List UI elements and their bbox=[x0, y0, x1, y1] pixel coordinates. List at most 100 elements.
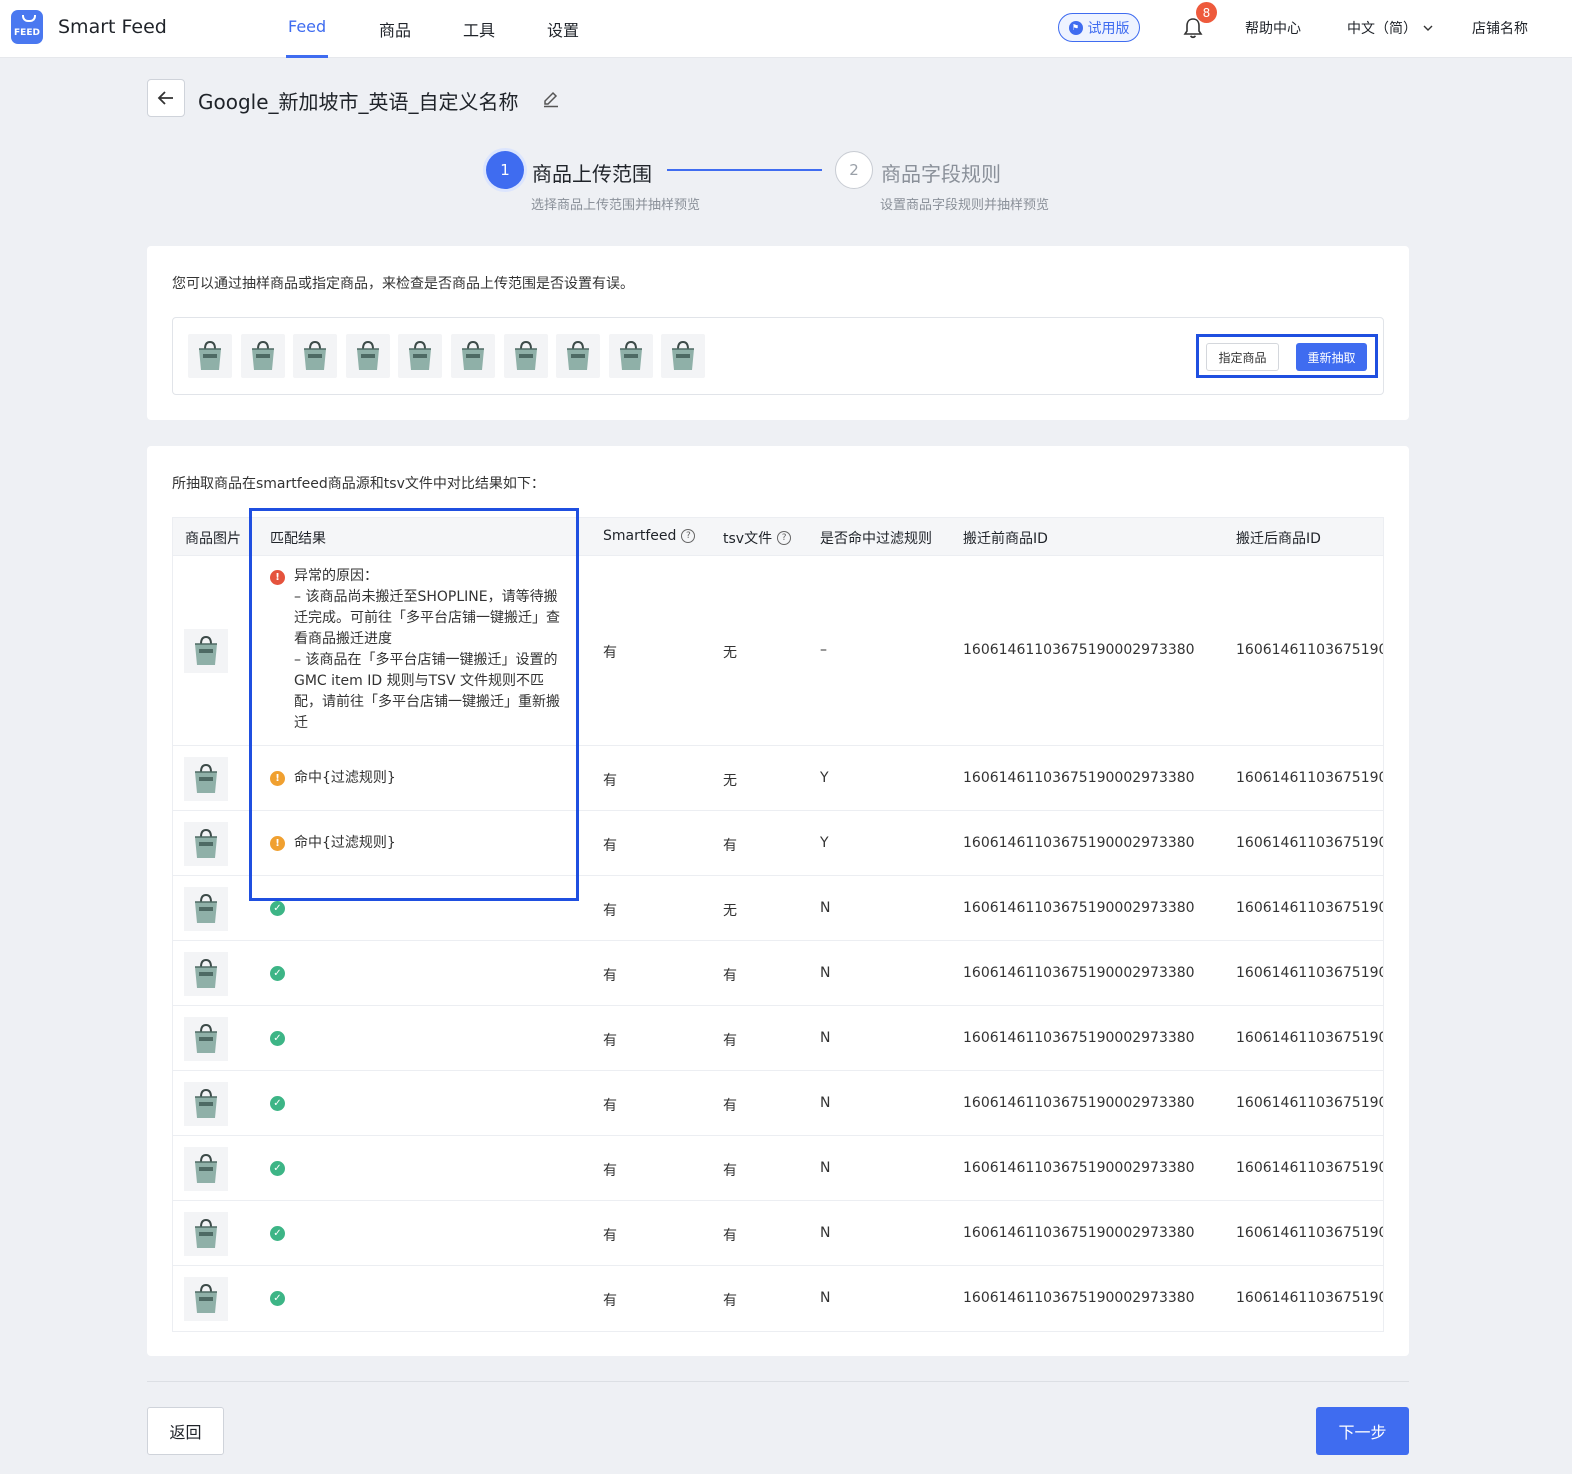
sample-product-thumbnail[interactable] bbox=[556, 334, 601, 378]
back-button[interactable] bbox=[147, 79, 185, 117]
sample-product-thumbnail[interactable] bbox=[345, 334, 390, 378]
ok-status-icon: ✓ bbox=[270, 1030, 285, 1046]
notification-count-badge: 8 bbox=[1196, 2, 1217, 23]
product-bag-icon bbox=[567, 340, 590, 370]
warn-status-icon: ! bbox=[270, 770, 285, 786]
product-thumbnail[interactable] bbox=[184, 629, 228, 673]
step-1-number: 1 bbox=[486, 151, 524, 189]
smartfeed-value: 有 bbox=[603, 1097, 617, 1114]
nav-item-products[interactable]: 商品 bbox=[379, 17, 411, 41]
product-thumbnail[interactable] bbox=[184, 1276, 228, 1321]
resample-button[interactable]: 重新抽取 bbox=[1296, 343, 1367, 371]
sample-actions-highlight: 指定商品 重新抽取 bbox=[1196, 334, 1378, 378]
sample-product-thumbnail[interactable] bbox=[188, 334, 232, 378]
tsv-value: 有 bbox=[723, 1292, 737, 1309]
sample-product-thumbnail[interactable] bbox=[503, 334, 548, 378]
edit-pencil-icon[interactable] bbox=[542, 90, 560, 108]
product-thumbnail[interactable] bbox=[184, 1211, 228, 1256]
sample-product-thumbnail[interactable] bbox=[451, 334, 495, 378]
product-bag-icon bbox=[195, 763, 217, 793]
step-2-number: 2 bbox=[835, 151, 873, 189]
sample-product-thumbnail[interactable] bbox=[661, 334, 706, 378]
before-id-value: 16061461103675190002973380 bbox=[963, 769, 1195, 786]
filter-value: N bbox=[820, 899, 831, 916]
product-bag-icon bbox=[195, 1023, 217, 1053]
tsv-value: 无 bbox=[723, 902, 737, 919]
next-step-button[interactable]: 下一步 bbox=[1316, 1407, 1409, 1455]
table-header: 商品图片 匹配结果 Smartfeed? tsv文件? 是否命中过滤规则 搬迁前… bbox=[173, 518, 1383, 555]
warn-status-icon: ! bbox=[270, 835, 285, 851]
product-bag-icon bbox=[195, 958, 217, 988]
sample-product-thumbnail[interactable] bbox=[293, 334, 338, 378]
smartfeed-value: 有 bbox=[603, 967, 617, 984]
col-header-tsv: tsv文件? bbox=[723, 528, 792, 548]
app-name: Smart Feed bbox=[58, 16, 167, 38]
before-id-value: 16061461103675190002973380 bbox=[963, 1094, 1195, 1111]
after-id-value: 16061461103675190002973380 bbox=[1236, 1289, 1383, 1306]
after-id-value: 16061461103675190002973380 bbox=[1236, 834, 1383, 851]
nav-active-indicator bbox=[286, 55, 328, 58]
product-thumbnail[interactable] bbox=[184, 886, 228, 931]
help-icon[interactable]: ? bbox=[681, 529, 696, 543]
smartfeed-value: 有 bbox=[603, 1292, 617, 1309]
filter-value: – bbox=[820, 642, 827, 658]
product-thumbnail[interactable] bbox=[184, 1081, 228, 1126]
top-navigation-bar: FEED Smart Feed Feed 商品 工具 设置 ⚑ 试用版 8 帮助… bbox=[0, 0, 1572, 58]
match-result-text: 异常的原因： – 该商品尚未搬迁至SHOPLINE，请等待搬迁完成。可前往「多平… bbox=[294, 568, 560, 731]
nav-item-tools[interactable]: 工具 bbox=[463, 17, 495, 41]
product-thumbnail[interactable] bbox=[184, 951, 228, 996]
smartfeed-value: 有 bbox=[603, 837, 617, 854]
feed-logo-icon[interactable]: FEED bbox=[11, 10, 43, 44]
error-status-icon: ! bbox=[270, 570, 285, 585]
after-id-value: 16061461103675190002973380 bbox=[1236, 1224, 1383, 1241]
filter-value: Y bbox=[820, 834, 829, 851]
product-bag-icon bbox=[462, 340, 484, 370]
smartfeed-value: 有 bbox=[603, 645, 617, 661]
before-id-value: 16061461103675190002973380 bbox=[963, 1224, 1195, 1241]
product-bag-icon bbox=[195, 635, 217, 665]
sample-product-thumbnail[interactable] bbox=[398, 334, 443, 378]
after-id-value: 16061461103675190002973380 bbox=[1236, 1029, 1383, 1046]
nav-item-feed[interactable]: Feed bbox=[288, 17, 326, 36]
table-row: ✓ 有 有 N 16061461103675190002973380 1606146110… bbox=[173, 940, 1383, 1005]
sample-card: 您可以通过抽样商品或指定商品，来检查是否商品上传范围是否设置有误。 指定商品 重… bbox=[147, 246, 1409, 420]
product-thumbnail[interactable] bbox=[184, 1016, 228, 1061]
product-bag-icon bbox=[195, 1218, 217, 1248]
return-button[interactable]: 返回 bbox=[147, 1407, 224, 1455]
before-id-value: 16061461103675190002973380 bbox=[963, 964, 1195, 981]
product-thumbnail[interactable] bbox=[184, 756, 228, 801]
after-id-value: 16061461103675190002973380 bbox=[1236, 769, 1383, 786]
filter-value: N bbox=[820, 1094, 831, 1111]
language-selector[interactable]: 中文（简） bbox=[1347, 18, 1433, 38]
col-header-image: 商品图片 bbox=[185, 531, 241, 547]
specify-products-button[interactable]: 指定商品 bbox=[1206, 343, 1279, 371]
smartfeed-value: 有 bbox=[603, 1162, 617, 1179]
before-id-value: 16061461103675190002973380 bbox=[963, 1029, 1195, 1046]
product-bag-icon bbox=[514, 340, 537, 370]
arrow-left-icon bbox=[157, 91, 173, 105]
product-thumbnail[interactable] bbox=[184, 1146, 228, 1191]
table-row: ✓ 有 有 N 16061461103675190002973380 1606146110… bbox=[173, 1005, 1383, 1070]
after-id-value: 16061461103675190002973380 bbox=[1236, 1094, 1383, 1111]
tsv-value: 无 bbox=[723, 645, 737, 661]
col-header-before-id: 搬迁前商品ID bbox=[963, 531, 1048, 547]
product-bag-icon bbox=[195, 1153, 217, 1183]
before-id-value: 16061461103675190002973380 bbox=[963, 642, 1195, 658]
trial-badge[interactable]: ⚑ 试用版 bbox=[1058, 13, 1140, 42]
sample-product-thumbnail[interactable] bbox=[608, 334, 653, 378]
help-icon[interactable]: ? bbox=[777, 531, 792, 545]
product-thumbnail[interactable] bbox=[184, 821, 228, 866]
table-row: ! 命中{过滤规则} 有 无 Y 16061461103675190002973380 16… bbox=[173, 745, 1383, 810]
store-name[interactable]: 店铺名称 bbox=[1472, 18, 1528, 38]
help-center-link[interactable]: 帮助中心 bbox=[1245, 18, 1301, 38]
table-row: ✓ 有 有 N 16061461103675190002973380 1606146110… bbox=[173, 1265, 1383, 1330]
ok-status-icon: ✓ bbox=[270, 900, 285, 916]
sample-product-thumbnail[interactable] bbox=[240, 334, 285, 378]
filter-value: N bbox=[820, 964, 831, 981]
nav-item-settings[interactable]: 设置 bbox=[547, 17, 579, 41]
step-2-subtitle: 设置商品字段规则并抽样预览 bbox=[880, 198, 1050, 213]
product-bag-icon bbox=[199, 340, 221, 370]
step-1-title: 商品上传范围 bbox=[532, 162, 652, 186]
smartfeed-value: 有 bbox=[603, 772, 617, 789]
product-bag-icon bbox=[304, 340, 327, 370]
